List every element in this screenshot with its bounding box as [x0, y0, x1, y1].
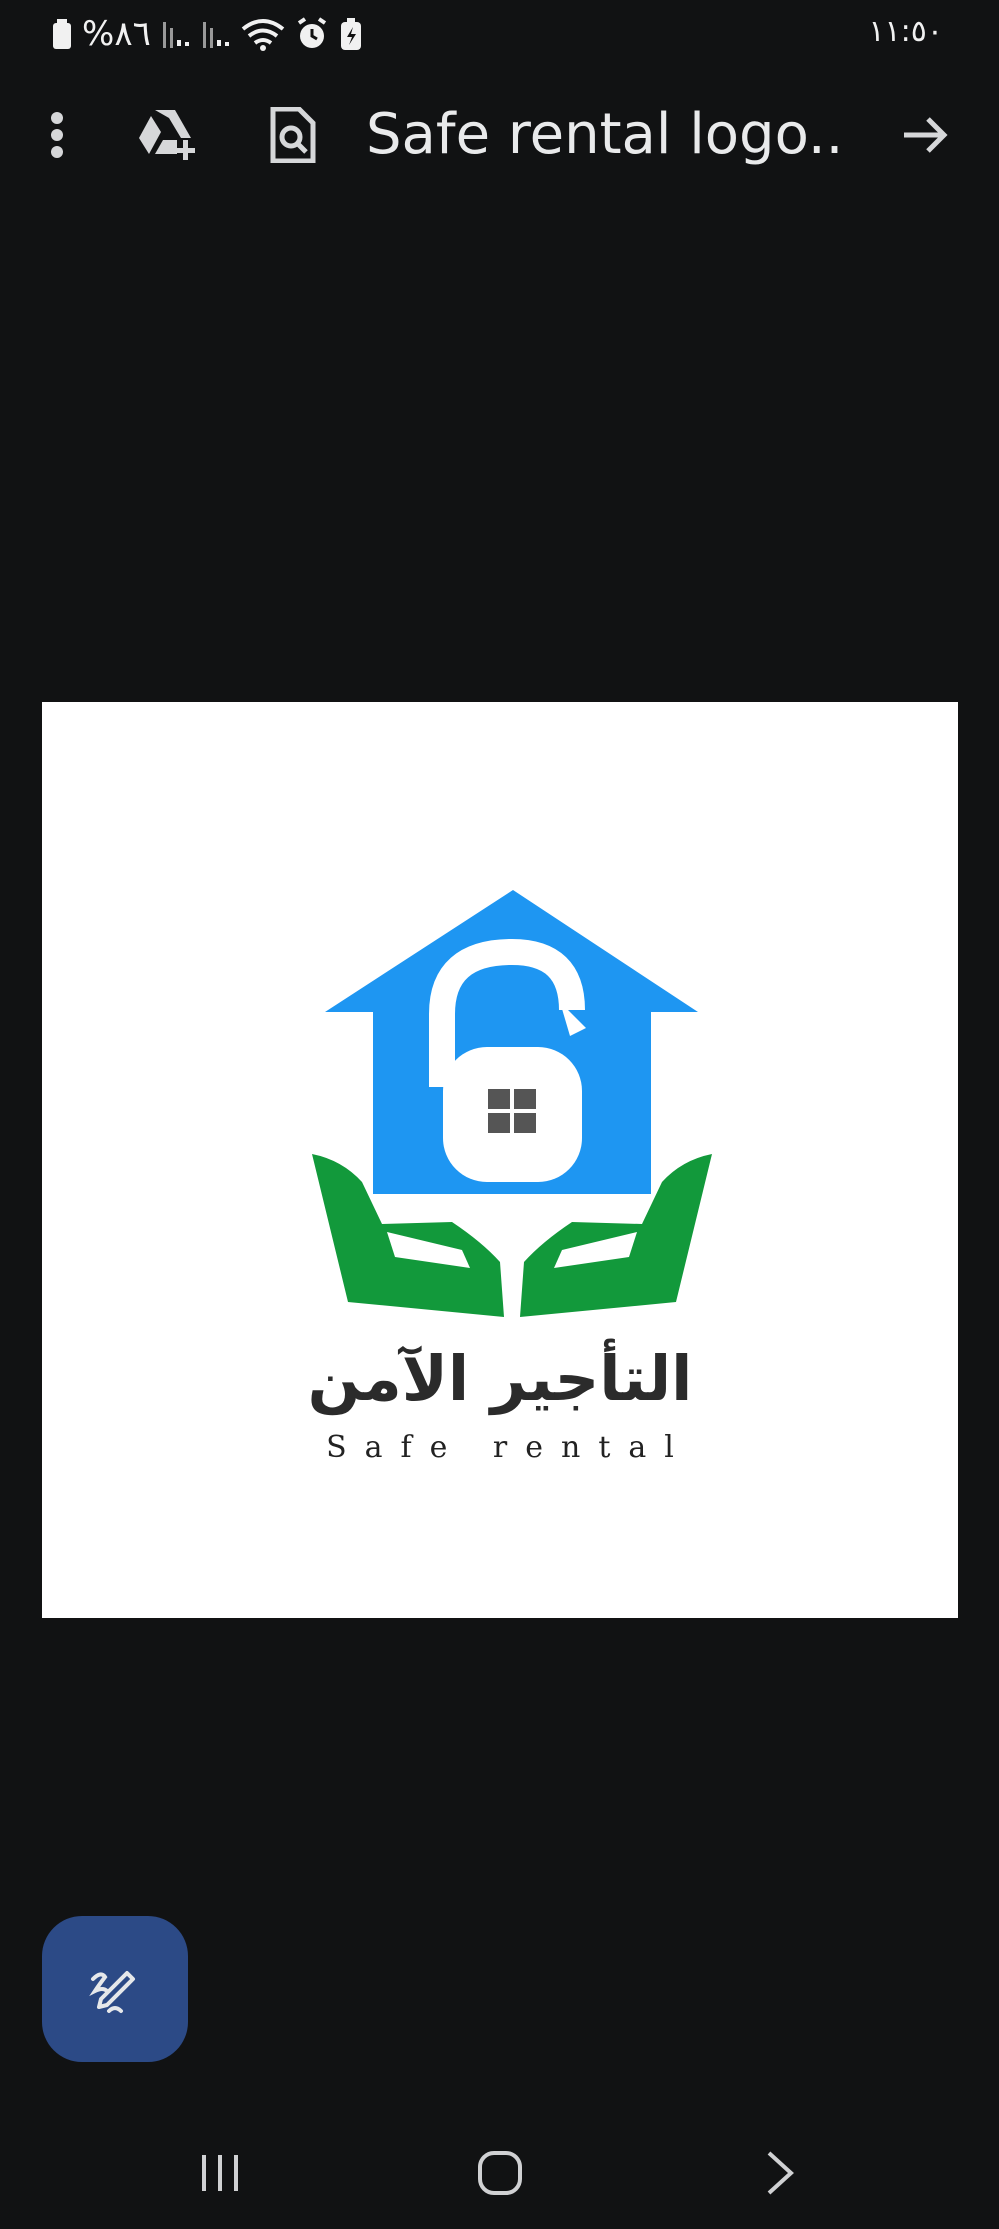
- clock: ١١:٥٠: [868, 14, 943, 49]
- recents-icon[interactable]: [180, 2138, 260, 2208]
- image-preview[interactable]: التأجير الآمن Safe rental: [42, 702, 958, 1618]
- battery-icon: [53, 19, 71, 49]
- more-vert-icon[interactable]: [22, 100, 92, 170]
- top-app-bar: Safe rental logo....: [0, 90, 999, 180]
- signal-icon: [202, 22, 229, 48]
- file-search-icon[interactable]: [258, 100, 328, 170]
- file-title: Safe rental logo....: [366, 102, 846, 167]
- edit-pencil-icon: [89, 1971, 135, 2013]
- back-icon[interactable]: [740, 2138, 820, 2208]
- arrow-forward-icon[interactable]: [890, 100, 960, 170]
- logo-arabic-text: التأجير الآمن: [307, 1342, 693, 1415]
- edit-button[interactable]: [42, 1916, 188, 2062]
- lock-body: [443, 1047, 582, 1182]
- status-bar: %٨٦ ١١:٥٠: [0, 0, 999, 70]
- alarm-icon: [297, 17, 326, 48]
- battery-saver-icon: [340, 18, 361, 50]
- safe-rental-logo-graphic: [312, 890, 712, 1317]
- wifi-icon: [241, 19, 285, 51]
- navigation-bar: [0, 2118, 999, 2229]
- logo-english-text: Safe rental: [326, 1430, 692, 1465]
- drive-add-icon[interactable]: [132, 100, 202, 170]
- home-icon[interactable]: [460, 2138, 540, 2208]
- battery-percent: %٨٦: [82, 14, 151, 54]
- status-icons: %٨٦: [52, 12, 363, 56]
- signal-icon: [162, 22, 189, 48]
